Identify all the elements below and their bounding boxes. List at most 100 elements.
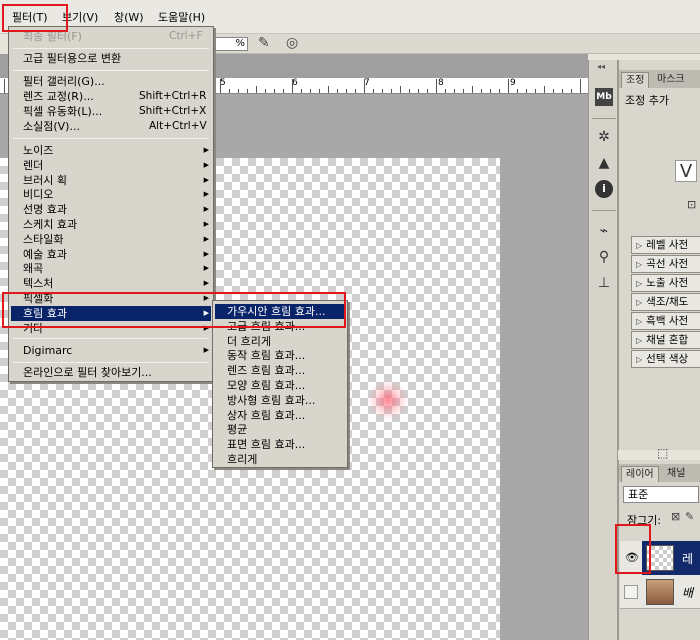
brush-icon[interactable]: ⌁ <box>595 222 613 240</box>
submenu-arrow-icon: ▶ <box>203 249 209 258</box>
ruler-tick <box>418 89 419 93</box>
menu-item-liquify[interactable]: 픽셀 유동화(L)... <box>23 104 102 119</box>
blend-mode-select[interactable]: 표준 <box>623 486 699 503</box>
expand-triangle-icon: ▷ <box>636 298 643 307</box>
ruler-tick <box>445 89 446 93</box>
ruler-tick <box>310 89 311 93</box>
ruler-tick <box>508 79 509 93</box>
clone-icon[interactable]: ⚲ <box>595 248 613 266</box>
photo-thumbnail <box>646 579 674 605</box>
submenu-arrow-icon: ▶ <box>203 220 209 228</box>
blur-menu-item[interactable]: 동작 흐림 효과... <box>227 348 305 363</box>
submenu-arrow-icon: ▶ <box>203 279 209 288</box>
preset-item[interactable]: ▷ 흑백 사전 <box>631 312 700 330</box>
tab-layers[interactable]: 레이어 <box>621 466 659 482</box>
menu-item-submenu[interactable]: 예술 효과 <box>23 247 67 262</box>
ruler-tick <box>4 79 5 93</box>
shortcut: Alt+Ctrl+V <box>149 120 207 132</box>
tab-channels[interactable]: 채널 <box>663 466 689 482</box>
preset-label: 레벨 사전 <box>646 239 689 251</box>
lock-brush-icon[interactable]: ✎ <box>685 510 694 523</box>
ruler-tick <box>319 89 320 93</box>
curves-icon[interactable]: ⊡ <box>687 198 696 211</box>
collapse-arrows-icon[interactable]: ◂◂ <box>597 62 605 71</box>
compass-icon[interactable]: ✲ <box>595 128 613 146</box>
menu-item-submenu[interactable]: 스케치 효과 <box>23 217 77 232</box>
menu-item-submenu[interactable]: 텍스처 <box>23 276 53 291</box>
menu-item-submenu[interactable]: 렌더 <box>23 158 43 173</box>
preset-label: 곡선 사전 <box>646 258 689 270</box>
blur-menu-item[interactable]: 더 흐리게 <box>227 334 271 349</box>
menu-item-filter-gallery[interactable]: 필터 갤러리(G)... <box>23 74 105 89</box>
mini-bridge-icon[interactable]: Mb <box>595 88 613 106</box>
preset-item[interactable]: ▷ 선택 색상 <box>631 350 700 368</box>
shortcut: Shift+Ctrl+X <box>139 105 207 117</box>
shortcut: Ctrl+F <box>169 30 203 42</box>
submenu-arrow-icon: ▶ <box>203 146 209 154</box>
blur-menu-item[interactable]: 렌즈 흐림 효과... <box>227 363 305 378</box>
menu-item-submenu[interactable]: 선명 효과 <box>23 202 67 217</box>
menu-item-submenu[interactable]: 왜곡 <box>23 261 43 276</box>
return-panel-icon[interactable]: ⬚ <box>657 446 668 460</box>
menu-item-convert-smart-filters[interactable]: 고급 필터용으로 변환 <box>23 51 121 66</box>
submenu-arrow-icon: ▶ <box>203 205 209 214</box>
histogram-icon[interactable]: ▲ <box>595 154 613 172</box>
stamp-icon[interactable]: ⊥ <box>595 274 613 292</box>
levels-icon[interactable]: V <box>675 160 697 182</box>
ruler-tick <box>328 86 329 93</box>
submenu-arrow-icon: ▶ <box>203 160 209 169</box>
blur-menu-item[interactable]: 흐리게 <box>227 452 257 467</box>
expand-triangle-icon: ▷ <box>636 317 643 326</box>
ruler-tick <box>256 86 257 93</box>
expand-triangle-icon: ▷ <box>636 260 643 269</box>
blur-menu-item[interactable]: 모양 흐림 효과... <box>227 378 305 393</box>
layer-name[interactable]: 레 <box>682 550 693 567</box>
preset-item[interactable]: ▷ 노출 사전 <box>631 274 700 292</box>
panel-dock-strip: ◂◂ Mb ✲ ▲ i ⌁ ⚲ ⊥ <box>588 60 618 640</box>
zoom-field[interactable]: % <box>210 37 248 51</box>
preset-item[interactable]: ▷ 레벨 사전 <box>631 236 700 254</box>
ruler-tick <box>229 89 230 93</box>
ruler-tick <box>301 89 302 93</box>
ruler-tick <box>364 79 365 93</box>
preset-item[interactable]: ▷ 색조/채도 <box>631 293 700 311</box>
ruler-tick <box>247 89 248 93</box>
blur-menu-item[interactable]: 방사형 흐림 효과... <box>227 393 315 408</box>
preset-label: 흑백 사전 <box>646 315 689 327</box>
layer-row-background[interactable]: 배 <box>620 575 700 609</box>
blur-menu-item[interactable]: 평균 <box>227 422 247 437</box>
ruler-tick <box>499 89 500 93</box>
menu-item-submenu[interactable]: 비디오 <box>23 187 53 202</box>
menu-help[interactable]: 도움말(H) <box>152 9 211 27</box>
ruler-tick <box>346 89 347 93</box>
visibility-toggle[interactable] <box>624 585 638 599</box>
blur-menu-item[interactable]: 표면 흐림 효과... <box>227 437 305 452</box>
airbrush-icon[interactable]: ✎ <box>258 35 270 51</box>
lock-transparent-icon[interactable]: ⊠ <box>671 510 680 523</box>
menu-item-submenu[interactable]: 노이즈 <box>23 143 53 158</box>
menu-item-submenu[interactable]: 스타일화 <box>23 232 63 247</box>
layer-name[interactable]: 배 <box>682 584 693 601</box>
ruler-tick <box>463 89 464 93</box>
ruler-tick <box>337 89 338 93</box>
menu-item-vanishing-point[interactable]: 소실점(V)... <box>23 119 80 134</box>
tab-masks[interactable]: 마스크 <box>653 72 689 88</box>
ruler-tick <box>562 89 563 93</box>
info-icon[interactable]: i <box>595 180 613 198</box>
menu-window[interactable]: 창(W) <box>108 9 150 27</box>
ruler-tick <box>274 89 275 93</box>
menu-item-digimarc[interactable]: Digimarc <box>23 343 72 358</box>
ruler-tick <box>373 89 374 93</box>
layers-tabs: 레이어 채널 <box>619 464 700 482</box>
menu-item-browse-filters-online[interactable]: 온라인으로 필터 찾아보기... <box>23 365 152 380</box>
tablet-pressure-icon[interactable]: ◎ <box>286 35 298 51</box>
tab-adjustments[interactable]: 조정 <box>621 72 650 88</box>
preset-label: 선택 색상 <box>646 353 689 365</box>
menu-item-submenu[interactable]: 브러시 획 <box>23 173 67 188</box>
menu-item-lens-correction[interactable]: 렌즈 교정(R)... <box>23 89 94 104</box>
blur-menu-item[interactable]: 상자 흐림 효과... <box>227 408 305 423</box>
submenu-arrow-icon: ▶ <box>203 346 209 354</box>
preset-item[interactable]: ▷ 곡선 사전 <box>631 255 700 273</box>
preset-item[interactable]: ▷ 채널 혼합 <box>631 331 700 349</box>
expand-triangle-icon: ▷ <box>636 336 643 345</box>
